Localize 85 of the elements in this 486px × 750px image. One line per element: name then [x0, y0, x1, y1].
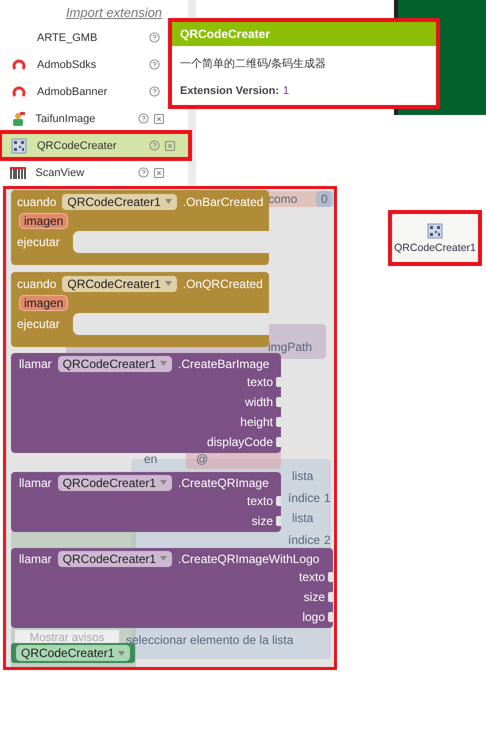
component-dropdown[interactable]: QRCodeCreater1 [16, 645, 130, 661]
faded-block-text: lista [292, 511, 314, 525]
delete-icon[interactable] [153, 112, 165, 124]
method-block[interactable]: llamar QRCodeCreater1 .CreateQRImage texto size [11, 472, 281, 532]
block-keyword: llamar [19, 356, 52, 370]
tooltip-title: QRCodeCreater [172, 22, 436, 46]
extension-item[interactable]: TaifunImage [0, 105, 165, 132]
faded-block-text: índice [288, 491, 320, 505]
block-member-name: .CreateBarImage [178, 356, 270, 370]
help-icon[interactable] [138, 113, 149, 124]
caret-icon [160, 361, 168, 366]
component-name: QRCodeCreater1 [394, 242, 476, 254]
block-member-name: .OnQRCreated [182, 276, 263, 290]
argument-label: width [244, 395, 273, 409]
import-extension-link[interactable]: Import extension [0, 0, 188, 24]
caret-icon [118, 650, 126, 656]
extension-item[interactable]: QRCodeCreater [0, 132, 190, 159]
component-dropdown[interactable]: QRCodeCreater1 [62, 276, 177, 292]
delete-icon[interactable] [164, 140, 176, 152]
argument-label: texto [246, 494, 273, 508]
block-keyword: cuando [17, 194, 56, 208]
argument-label: logo [302, 610, 325, 624]
faded-block-text: índice [288, 533, 320, 547]
extension-name: AdmobSdks [37, 58, 98, 70]
qr-code-icon [11, 138, 27, 154]
extension-item[interactable]: ScanView [0, 159, 165, 186]
help-icon[interactable] [149, 32, 160, 43]
faded-block-text: como [268, 192, 298, 206]
tooltip-description: 一个简单的二维码/条码生成器 [179, 56, 328, 72]
argument-label: texto [298, 570, 325, 584]
component-dropdown[interactable]: QRCodeCreater1 [58, 356, 172, 372]
block-keyword: ejecutar [16, 235, 61, 249]
help-icon[interactable] [149, 86, 160, 97]
argument-label: texto [246, 375, 273, 389]
extension-name: TaifunImage [35, 112, 96, 124]
block-keyword: ejecutar [16, 317, 61, 331]
block-keyword: cuando [17, 276, 56, 290]
extension-item[interactable]: AdmobBanner [0, 78, 165, 105]
method-block[interactable]: llamar QRCodeCreater1 .CreateQRImageWithLogo texto size logo [11, 548, 333, 628]
block-member-name: .CreateQRImageWithLogo [178, 552, 320, 566]
argument-label: size [252, 514, 273, 528]
extension-name: ScanView [35, 166, 86, 178]
argument-label: displayCode [206, 435, 273, 449]
faded-block-text: imgPath [268, 340, 312, 354]
faded-block-text: 0 [321, 192, 328, 206]
event-block[interactable]: cuando QRCodeCreater1 .OnQRCreated imagen ejecutar [11, 272, 269, 347]
argument-label: height [240, 415, 273, 429]
argument-label: size [304, 590, 325, 604]
component-dropdown[interactable]: QRCodeCreater1 [58, 474, 172, 490]
component-block[interactable]: QRCodeCreater1 [11, 643, 136, 663]
caret-icon [164, 281, 172, 286]
parameter-pill[interactable]: imagen [19, 213, 68, 229]
extension-item[interactable]: ARTE_GMB [0, 24, 165, 51]
caret-icon [160, 556, 168, 561]
block-member-name: .OnBarCreated [182, 194, 264, 208]
version-number: 1 [283, 85, 290, 97]
qr-code-icon [427, 222, 443, 238]
component-tile[interactable]: QRCodeCreater1 [388, 210, 482, 266]
extension-name: QRCodeCreater [37, 140, 118, 152]
component-dropdown[interactable]: QRCodeCreater1 [62, 194, 177, 210]
ring-icon [12, 84, 26, 98]
component-dropdown[interactable]: QRCodeCreater1 [58, 550, 172, 566]
extension-name: AdmobBanner [37, 86, 108, 98]
help-icon[interactable] [138, 167, 149, 178]
event-block[interactable]: cuando QRCodeCreater1 .OnBarCreated imagen ejecutar [11, 190, 269, 265]
faded-block-text: 1 [324, 491, 331, 505]
block-keyword: llamar [19, 552, 52, 566]
block-keyword: llamar [19, 476, 52, 490]
version-label: Extension Version: [180, 85, 280, 97]
delete-icon[interactable] [153, 166, 165, 178]
extension-name: ARTE_GMB [37, 32, 98, 44]
barcode-icon [10, 166, 26, 178]
caret-icon [160, 480, 168, 485]
block-member-name: .CreateQRImage [178, 476, 269, 490]
extension-item[interactable]: AdmobSdks [0, 51, 165, 78]
help-icon[interactable] [149, 140, 160, 151]
faded-block-text: lista [292, 469, 314, 483]
faded-block-text: @ [196, 452, 208, 466]
faded-block-text: 2 [324, 533, 331, 547]
figure-icon [10, 110, 26, 126]
parameter-pill[interactable]: imagen [19, 295, 68, 311]
faded-block-text: en [144, 452, 158, 466]
ring-icon [12, 58, 26, 72]
help-icon[interactable] [149, 59, 160, 70]
method-block[interactable]: llamar QRCodeCreater1 .CreateBarImage texto width height displayCode [11, 353, 281, 453]
